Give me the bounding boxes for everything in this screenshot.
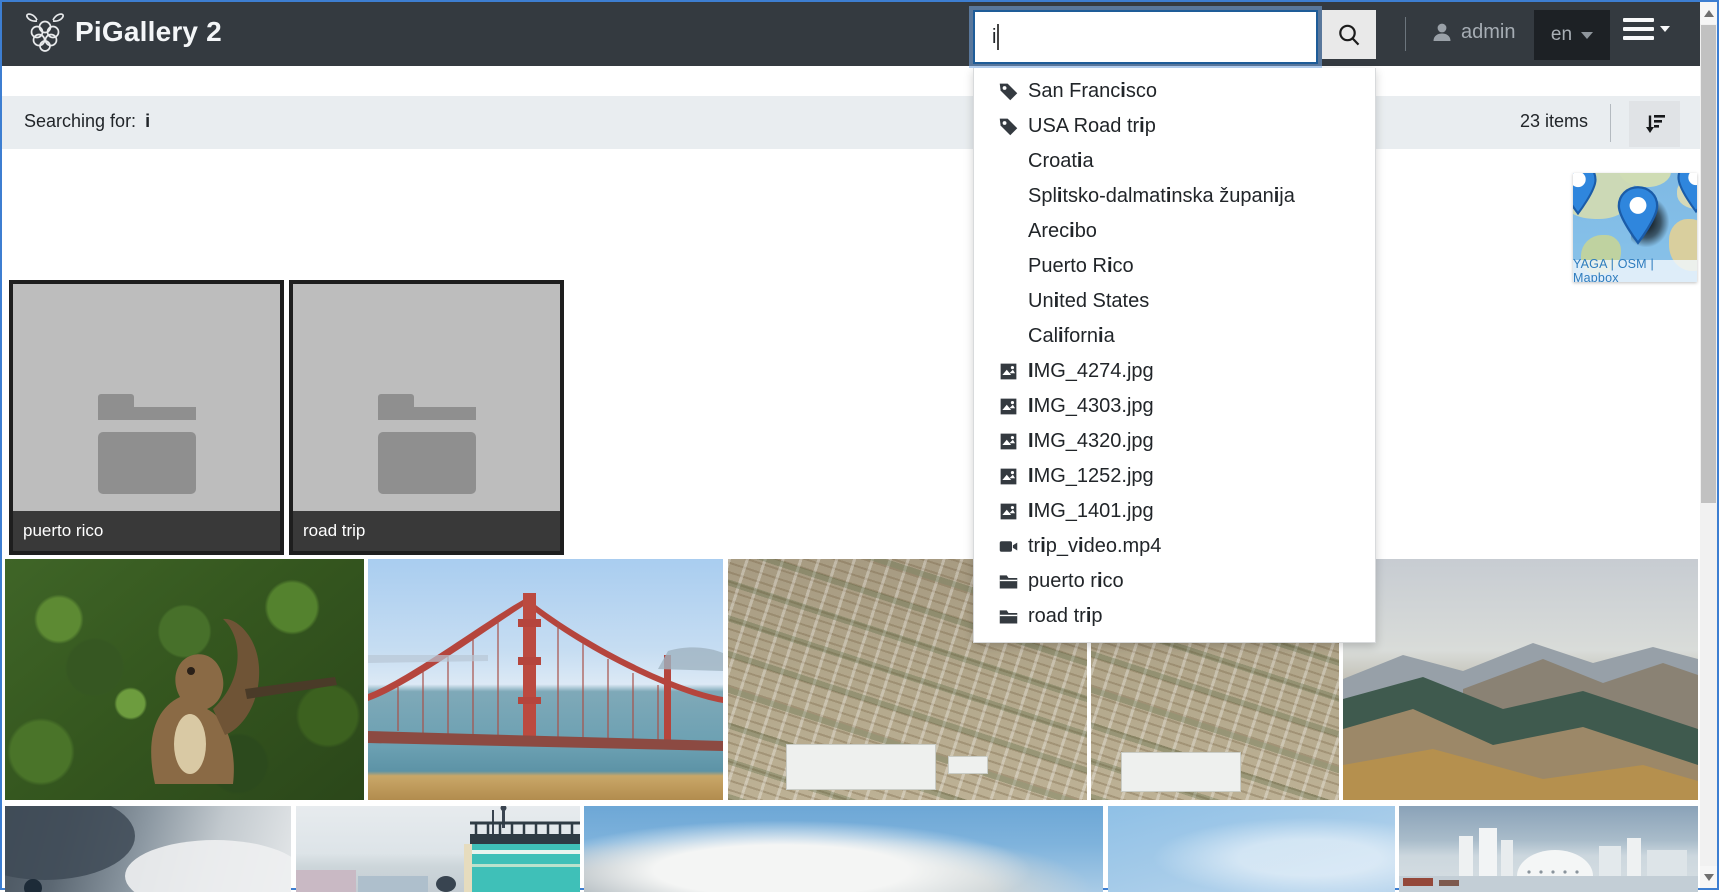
- folder-icon: [998, 571, 1019, 592]
- autocomplete-item-road-trip[interactable]: road trip: [974, 599, 1375, 634]
- photo-thumbnail-squirrel[interactable]: [5, 559, 364, 800]
- search-button[interactable]: [1322, 10, 1376, 59]
- autocomplete-item-label: puerto rico: [1028, 570, 1124, 593]
- autocomplete-item-puerto-rico[interactable]: Puerto Rico: [974, 249, 1375, 284]
- autocomplete-item-usa-road-trip[interactable]: USA Road trip: [974, 109, 1375, 144]
- items-count: 23 items: [1520, 111, 1588, 132]
- scrollbar-thumb[interactable]: [1701, 25, 1716, 503]
- autocomplete-item-label: road trip: [1028, 605, 1103, 628]
- location-icon: [998, 291, 1019, 312]
- autocomplete-item-trip-video-mp4[interactable]: trip_video.mp4: [974, 529, 1375, 564]
- top-navbar: PiGallery 2 admin en: [2, 2, 1717, 66]
- sort-amount-icon: [1643, 112, 1667, 136]
- photo-thumbnail-storm-clouds[interactable]: [5, 806, 291, 892]
- autocomplete-item-label: IMG_1401.jpg: [1028, 500, 1154, 523]
- status-divider: [1610, 104, 1611, 142]
- autocomplete-item-label: Croatia: [1028, 150, 1094, 173]
- autocomplete-item-puerto-rico[interactable]: puerto rico: [974, 564, 1375, 599]
- map-pin-icon: [1573, 173, 1599, 217]
- map-pin-icon: [1675, 173, 1697, 215]
- tag-icon: [998, 116, 1019, 137]
- location-icon: [998, 326, 1019, 347]
- search-autocomplete-dropdown: San Francisco USA Road trip Croatia Splitsk…: [973, 68, 1376, 643]
- folder-name: puerto rico: [13, 511, 280, 551]
- autocomplete-item-label: Puerto Rico: [1028, 255, 1134, 278]
- vertical-scrollbar[interactable]: [1700, 2, 1717, 888]
- autocomplete-item-label: Arecibo: [1028, 220, 1097, 243]
- folder-icon: [98, 394, 196, 494]
- main-menu-button[interactable]: [1623, 18, 1670, 40]
- autocomplete-item-img-1401-jpg[interactable]: IMG_1401.jpg: [974, 494, 1375, 529]
- video-icon: [998, 536, 1019, 557]
- hamburger-icon: [1623, 18, 1654, 40]
- autocomplete-item-img-4320-jpg[interactable]: IMG_4320.jpg: [974, 424, 1375, 459]
- scroll-down-button[interactable]: [1700, 866, 1717, 888]
- photo-thumbnail-golden-gate[interactable]: [368, 559, 723, 800]
- search-input[interactable]: i: [973, 10, 1318, 64]
- folder-name: road trip: [293, 511, 560, 551]
- search-query-text: i: [145, 111, 150, 131]
- image-icon: [998, 396, 1019, 417]
- autocomplete-item-label: USA Road trip: [1028, 115, 1156, 138]
- autocomplete-item-label: IMG_4274.jpg: [1028, 360, 1154, 383]
- user-icon: [1430, 20, 1454, 44]
- autocomplete-item-croatia[interactable]: Croatia: [974, 144, 1375, 179]
- map-pin-icon: [1615, 185, 1661, 247]
- photo-thumbnail-waterfront-city[interactable]: [1399, 806, 1698, 892]
- autocomplete-item-arecibo[interactable]: Arecibo: [974, 214, 1375, 249]
- autocomplete-item-label: IMG_1252.jpg: [1028, 465, 1154, 488]
- autocomplete-item-splitsko-dalmatinska-upanija[interactable]: Splitsko-dalmatinska županija: [974, 179, 1375, 214]
- app-brand[interactable]: PiGallery 2: [24, 10, 222, 54]
- user-menu[interactable]: admin: [1430, 20, 1515, 44]
- image-icon: [998, 466, 1019, 487]
- searching-for-label: Searching for:i: [24, 111, 150, 132]
- sort-button[interactable]: [1629, 101, 1680, 147]
- autocomplete-item-label: San Francisco: [1028, 80, 1157, 103]
- chevron-down-icon: [1660, 26, 1670, 32]
- app-title: PiGallery 2: [75, 16, 222, 48]
- photo-thumbnail-big-cloud[interactable]: [584, 806, 1103, 892]
- image-icon: [998, 501, 1019, 522]
- map-thumbnail[interactable]: YAGA | OSM | Mapbox: [1573, 173, 1697, 282]
- autocomplete-item-united-states[interactable]: United States: [974, 284, 1375, 319]
- photo-thumbnail-mountains[interactable]: [1343, 559, 1698, 800]
- autocomplete-item-san-francisco[interactable]: San Francisco: [974, 74, 1375, 109]
- folder-icon: [998, 606, 1019, 627]
- location-icon: [998, 151, 1019, 172]
- search-status-bar: Searching for:i 23 items: [2, 96, 1717, 149]
- autocomplete-item-img-4274-jpg[interactable]: IMG_4274.jpg: [974, 354, 1375, 389]
- chevron-down-icon: [1581, 32, 1593, 39]
- autocomplete-item-label: IMG_4320.jpg: [1028, 430, 1154, 453]
- search-icon: [1336, 22, 1362, 48]
- language-dropdown[interactable]: en: [1534, 10, 1610, 60]
- folder-card-puerto-rico[interactable]: puerto rico: [9, 280, 284, 555]
- autocomplete-item-img-1252-jpg[interactable]: IMG_1252.jpg: [974, 459, 1375, 494]
- folder-icon: [378, 394, 476, 494]
- autocomplete-item-california[interactable]: California: [974, 319, 1375, 354]
- location-icon: [998, 186, 1019, 207]
- search-input-value: i: [992, 26, 996, 49]
- navbar-divider: [1405, 17, 1406, 51]
- autocomplete-item-img-4303-jpg[interactable]: IMG_4303.jpg: [974, 389, 1375, 424]
- raspberry-logo-icon: [24, 10, 66, 54]
- tag-icon: [998, 81, 1019, 102]
- user-name: admin: [1461, 21, 1515, 44]
- autocomplete-item-label: IMG_4303.jpg: [1028, 395, 1154, 418]
- image-icon: [998, 431, 1019, 452]
- location-icon: [998, 256, 1019, 277]
- autocomplete-item-label: United States: [1028, 290, 1149, 313]
- text-cursor: [997, 24, 999, 50]
- photo-thumbnail-pale-sky[interactable]: [1108, 806, 1395, 892]
- autocomplete-item-label: Splitsko-dalmatinska županija: [1028, 185, 1295, 208]
- language-selected: en: [1551, 24, 1572, 46]
- scroll-up-button[interactable]: [1700, 2, 1717, 24]
- photo-thumbnail-teal-building[interactable]: [296, 806, 580, 892]
- folder-card-road-trip[interactable]: road trip: [289, 280, 564, 555]
- location-icon: [998, 221, 1019, 242]
- map-attribution[interactable]: YAGA | OSM | Mapbox: [1573, 260, 1697, 282]
- autocomplete-item-label: California: [1028, 325, 1115, 348]
- image-icon: [998, 361, 1019, 382]
- autocomplete-item-label: trip_video.mp4: [1028, 535, 1161, 558]
